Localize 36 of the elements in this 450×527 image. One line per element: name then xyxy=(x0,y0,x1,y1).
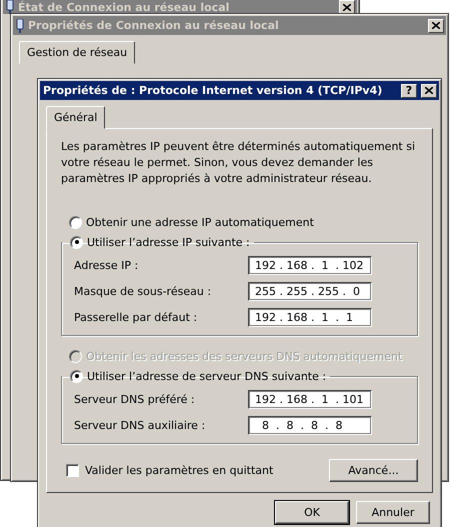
checkbox[interactable] xyxy=(66,464,79,477)
window-title: Propriétés de Connexion au réseau local xyxy=(28,19,280,32)
radio-label: Obtenir une adresse IP automatiquement xyxy=(86,216,314,228)
radio-label: Utiliser l’adresse de serveur DNS suivante : xyxy=(87,370,326,382)
ip-address-field[interactable]: 8 . 8 . 8 . 8 xyxy=(248,416,372,435)
ip-address-field[interactable]: 192 . 168 . 1 . 101 xyxy=(248,390,372,409)
tab[interactable]: Gestion de réseau xyxy=(19,41,136,64)
help-button[interactable]: ? xyxy=(401,84,417,98)
checkbox-label: Valider les paramètres en quittant xyxy=(85,464,274,477)
close-icon xyxy=(343,4,351,10)
window-title: Propriétés de : Protocole Internet version 4 (TCP/IPv4) xyxy=(43,84,384,97)
close-button[interactable] xyxy=(428,18,444,32)
field-label: Masque de sous-réseau : xyxy=(74,285,212,298)
ip-address-field[interactable]: 192 . 168 . 1 . 1 xyxy=(248,308,372,327)
ip-address-field[interactable]: 192 . 168 . 1 . 102 xyxy=(248,256,372,275)
field-label: Adresse IP : xyxy=(74,259,140,272)
field-label: Passerelle par défaut : xyxy=(74,311,198,324)
dialog-button[interactable]: OK xyxy=(275,501,349,524)
ip-address-field[interactable]: 255 . 255 . 255 . 0 xyxy=(248,282,372,301)
close-icon xyxy=(432,22,440,29)
dialog-button[interactable]: Annuler xyxy=(356,501,430,524)
network-adapter-icon xyxy=(16,18,24,32)
close-button[interactable] xyxy=(421,84,437,98)
network-adapter-icon xyxy=(6,0,14,14)
radio-button[interactable] xyxy=(70,236,83,248)
close-icon xyxy=(425,87,433,94)
close-button[interactable] xyxy=(339,0,355,14)
window-title: État de Connexion au réseau local xyxy=(18,0,230,14)
field-label: Serveur DNS préféré : xyxy=(74,393,196,406)
radio-button[interactable] xyxy=(69,216,82,228)
radio-button[interactable] xyxy=(70,370,83,382)
radio-label: Utiliser l’adresse IP suivante : xyxy=(87,236,250,248)
tab[interactable]: Général xyxy=(46,106,106,129)
description-text: Les paramètres IP peuvent être déterminés automatiquement si votre réseau le permet. Sinon, vous devez demander les paramètres IP appropriés à votre administrateur réseau. xyxy=(61,139,416,187)
advanced-button[interactable]: Avancé... xyxy=(329,459,418,482)
field-label: Serveur DNS auxiliaire : xyxy=(74,419,206,432)
